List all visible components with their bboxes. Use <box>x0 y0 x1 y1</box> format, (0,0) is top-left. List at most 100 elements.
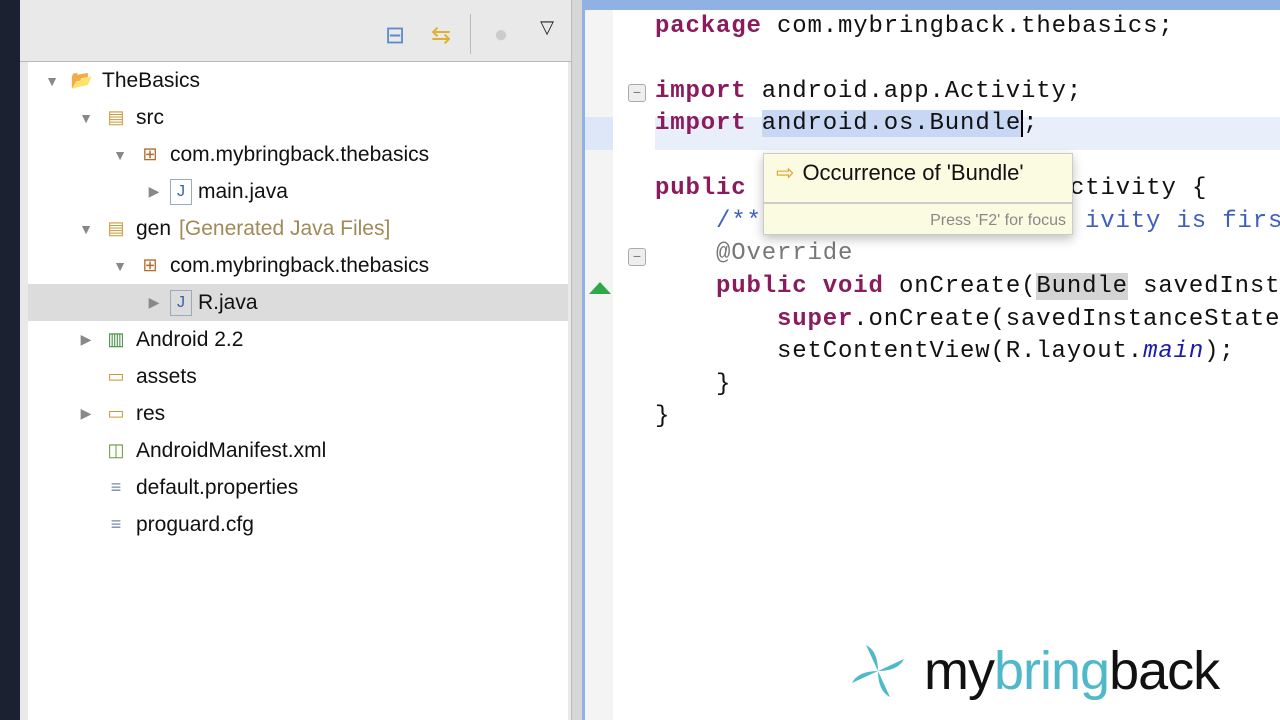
sash[interactable] <box>572 0 582 720</box>
annotation: @Override <box>716 240 854 267</box>
keyword: void <box>822 273 884 300</box>
xml-file-icon: ◫ <box>107 440 125 460</box>
tooltip-title: Occurrence of 'Bundle' <box>802 160 1024 185</box>
tree-item[interactable]: ▼ 📂 TheBasics <box>28 62 568 99</box>
keyword: public <box>655 175 747 202</box>
text-file-icon: ≡ <box>110 477 122 497</box>
java-file-icon: J <box>170 289 192 316</box>
expand-toggle-icon[interactable]: ▼ <box>110 147 130 163</box>
project-tree: ▼ 📂 TheBasics ▼ ▤ src ▼ ⊞ com.mybringback.thebas… <box>28 62 568 720</box>
comment: /** <box>716 208 762 235</box>
package-icon: ⊞ <box>142 255 158 275</box>
logo-part: back <box>1109 641 1220 701</box>
expand-toggle-icon[interactable]: ▶ <box>144 294 164 311</box>
view-menu-icon[interactable]: ▽ <box>530 10 564 44</box>
tree-item-decoration: [Generated Java Files] <box>179 216 391 240</box>
toolbar-divider <box>470 14 471 54</box>
pinwheel-logo-icon <box>852 645 904 697</box>
tooltip-hint: Press 'F2' for focus <box>930 212 1066 229</box>
filter-icon: ● <box>493 21 509 48</box>
code-line: package com.mybringback.thebasics; <box>655 11 1174 43</box>
expand-toggle-icon[interactable]: ▼ <box>76 110 96 126</box>
tree-item-label: main.java <box>198 179 288 203</box>
tree-item[interactable]: ▶ J R.java <box>28 284 568 321</box>
keyword: import <box>655 78 747 105</box>
collapse-all-icon[interactable]: ⊟ <box>378 18 412 52</box>
tree-item[interactable]: ≡ proguard.cfg <box>28 506 568 543</box>
code-text: .onCreate(savedInstanceState) <box>853 306 1280 333</box>
code-line: import android.os.Bundle; <box>655 108 1039 140</box>
tree-item[interactable]: ▭ assets <box>28 358 568 395</box>
tree-item-label: default.properties <box>136 475 299 499</box>
tree-item[interactable]: ≡ default.properties <box>28 469 568 506</box>
expand-toggle-icon[interactable]: ▶ <box>76 405 96 422</box>
arrow-right-icon: ⇨ <box>776 160 795 185</box>
code-line: super.onCreate(savedInstanceState) <box>777 304 1280 336</box>
tree-item-label: Android 2.2 <box>136 327 244 351</box>
tree-item-label: assets <box>136 364 197 388</box>
code-text: com.mybringback.thebasics; <box>761 13 1174 40</box>
logo-part: bring <box>993 641 1110 701</box>
override-marker-icon[interactable] <box>589 282 611 294</box>
view-toolbar: ⊟ ⇆ ● ▽ <box>20 0 572 62</box>
tree-item-label: gen <box>136 216 172 240</box>
tree-item-label: res <box>136 401 166 425</box>
library-icon: ▥ <box>107 329 125 349</box>
java-file-icon: J <box>170 178 192 205</box>
tree-item[interactable]: ▼ ▤ gen [Generated Java Files] <box>28 210 568 247</box>
expand-toggle-icon[interactable]: ▼ <box>76 221 96 237</box>
folder-icon: ▭ <box>107 403 125 423</box>
tree-item-label: com.mybringback.thebasics <box>170 253 430 277</box>
code-text: ); <box>1204 338 1235 365</box>
selected-text: android.os.Bundle <box>761 110 1022 137</box>
tree-item[interactable]: ▼ ⊞ com.mybringback.thebasics <box>28 247 568 284</box>
expand-toggle-icon[interactable]: ▼ <box>110 258 130 274</box>
expand-toggle-icon[interactable]: ▶ <box>144 183 164 200</box>
tree-item[interactable]: ▼ ⊞ com.mybringback.thebasics <box>28 136 568 173</box>
fold-imports-icon[interactable]: − <box>628 84 646 102</box>
code-text: android.app.Activity; <box>746 78 1083 105</box>
code-text: onCreate( <box>883 273 1037 300</box>
keyword: super <box>777 306 854 333</box>
tree-item[interactable]: ▼ ▤ src <box>28 99 568 136</box>
code-text: setContentView(R.layout. <box>777 338 1144 365</box>
logo-text: mybringback <box>924 640 1220 702</box>
code-text: savedInsta <box>1127 273 1280 300</box>
link-with-editor-icon[interactable]: ⇆ <box>424 18 458 52</box>
code-line: public <box>655 173 747 205</box>
tree-item[interactable]: ◫ AndroidManifest.xml <box>28 432 568 469</box>
text-file-icon: ≡ <box>110 514 122 534</box>
code-line: import android.app.Activity; <box>655 76 1082 108</box>
expand-toggle-icon[interactable]: ▼ <box>42 73 62 89</box>
tree-item-label: src <box>136 105 164 129</box>
code-line: } <box>655 403 671 430</box>
tree-item-label: com.mybringback.thebasics <box>170 142 430 166</box>
code-line: setContentView(R.layout.main); <box>777 336 1235 368</box>
tree-item-label: TheBasics <box>102 68 201 92</box>
tooltip-divider <box>764 202 1072 204</box>
tree-item[interactable]: ▶ Jmain.java <box>28 173 568 210</box>
package-explorer: ⊟ ⇆ ● ▽ ▼ 📂 TheBasics ▼ ▤ src ▼ ⊞ com.mybringbac… <box>20 0 572 720</box>
folder-icon: ▭ <box>107 366 125 386</box>
tree-item[interactable]: ▶ ▭ res <box>28 395 568 432</box>
tree-item[interactable]: ▶ ▥ Android 2.2 <box>28 321 568 358</box>
fold-method-icon[interactable]: − <box>628 248 646 266</box>
project-icon: 📂 <box>70 70 94 90</box>
expand-toggle-icon[interactable]: ▶ <box>76 331 96 348</box>
source-folder-icon: ▤ <box>107 107 125 127</box>
tree-item-label: R.java <box>198 290 258 314</box>
occurrence-tooltip[interactable]: ⇨ Occurrence of 'Bundle' Press 'F2' for f… <box>763 153 1073 235</box>
tree-item-label: AndroidManifest.xml <box>136 438 327 462</box>
occurrence-highlight: Bundle <box>1036 273 1128 300</box>
code-text: ctivity { <box>1070 175 1208 202</box>
keyword: public <box>716 273 808 300</box>
logo-part: my <box>924 641 995 701</box>
source-folder-icon: ▤ <box>107 218 125 238</box>
keyword: import <box>655 110 747 137</box>
text-cursor: ; <box>1021 110 1039 137</box>
comment: ivity is first <box>1085 208 1280 235</box>
current-line-ruler <box>585 117 613 150</box>
code-editor[interactable]: − − package com.mybringback.thebasics; i… <box>582 0 1280 720</box>
code-line: } <box>716 371 732 398</box>
code-line: public void onCreate(Bundle savedInsta <box>716 271 1280 303</box>
